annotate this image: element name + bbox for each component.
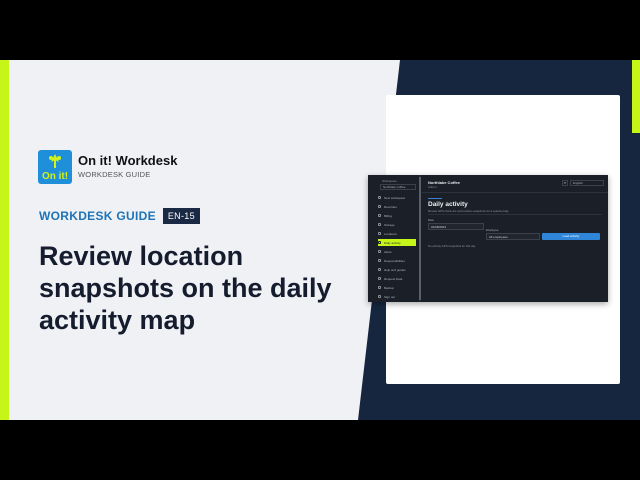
brand-subtitle: WORKDESK GUIDE — [78, 170, 151, 179]
accent-bar-right — [632, 60, 640, 133]
app-sidebar: Workspace Northlake Coffee New workspace… — [368, 175, 420, 302]
refresh-icon[interactable]: ⟳ — [562, 180, 568, 186]
bell-icon — [378, 250, 381, 253]
list-icon — [378, 205, 381, 208]
header-divider — [422, 192, 608, 193]
thumbnail: On it! On it! Workdesk WORKDESK GUIDE WO… — [0, 60, 640, 420]
sidebar-item-recordes[interactable]: Recordes — [378, 203, 418, 210]
empty-state-text: No activity GPS snapshots for this day — [428, 244, 476, 248]
card-icon — [378, 214, 381, 217]
load-activity-button[interactable]: Load activity — [542, 233, 600, 240]
app-screenshot: Workspace Northlake Coffee New workspace… — [368, 175, 608, 302]
sidebar-item-billing[interactable]: Billing — [378, 212, 418, 219]
date-label: Date — [428, 218, 434, 222]
date-field[interactable]: 01/08/2024 — [428, 223, 484, 230]
page-divider — [428, 214, 602, 215]
logo-text: On it! — [41, 171, 69, 182]
sidebar-item-request-data[interactable]: Request Data — [378, 275, 418, 282]
sidebar-item-new-workspace[interactable]: New workspace — [378, 194, 418, 201]
sidebar-top-label: Workspace — [382, 179, 397, 183]
accent-bar-left — [0, 60, 9, 420]
header-controls: ⟳ English — [562, 180, 604, 186]
help-icon — [378, 268, 381, 271]
map-icon — [378, 241, 381, 244]
guide-row: WORKDESK GUIDE EN-15 — [39, 208, 200, 224]
org-role: Admin — [428, 185, 437, 189]
download-icon — [378, 277, 381, 280]
sidebar-scrollbar[interactable] — [419, 177, 421, 300]
logout-icon — [378, 295, 381, 298]
plus-icon — [378, 196, 381, 199]
app-main: Northlake Coffee Admin ⟳ English Daily a… — [422, 175, 608, 302]
employee-select[interactable]: All employees — [486, 233, 540, 240]
sidebar-item-help[interactable]: Help and guides — [378, 266, 418, 273]
guide-badge: EN-15 — [162, 208, 200, 224]
backup-icon — [378, 286, 381, 289]
sidebar-item-sign-out[interactable]: Sign out — [378, 293, 418, 300]
sidebar-item-backup[interactable]: Backup — [378, 284, 418, 291]
sidebar-item-locations[interactable]: Locations — [378, 230, 418, 237]
guide-label: WORKDESK GUIDE — [39, 209, 156, 223]
brand-logo-icon: On it! — [38, 150, 72, 184]
sidebar-item-storage[interactable]: Storage — [378, 221, 418, 228]
brand: On it! On it! Workdesk WORKDESK GUIDE — [38, 150, 177, 184]
org-select[interactable]: Northlake Coffee — [380, 184, 416, 190]
video-frame: On it! On it! Workdesk WORKDESK GUIDE WO… — [0, 0, 640, 480]
section-accent — [428, 198, 442, 199]
box-icon — [378, 223, 381, 226]
sidebar-item-daily-activity[interactable]: Daily activity — [378, 239, 416, 246]
language-select[interactable]: English — [570, 180, 604, 186]
pin-icon — [378, 232, 381, 235]
sidebar-item-alerts[interactable]: Alerts — [378, 248, 418, 255]
headline: Review location snapshots on the daily a… — [39, 241, 332, 335]
employee-label: Employee — [486, 228, 499, 232]
page-title: Daily activity — [428, 201, 468, 208]
brand-name: On it! Workdesk — [78, 153, 178, 168]
sidebar-item-responsibilities[interactable]: Responsibilities — [378, 257, 418, 264]
page-subtitle: Review GPS check-ins and location snapsh… — [428, 209, 509, 213]
check-icon — [378, 259, 381, 262]
